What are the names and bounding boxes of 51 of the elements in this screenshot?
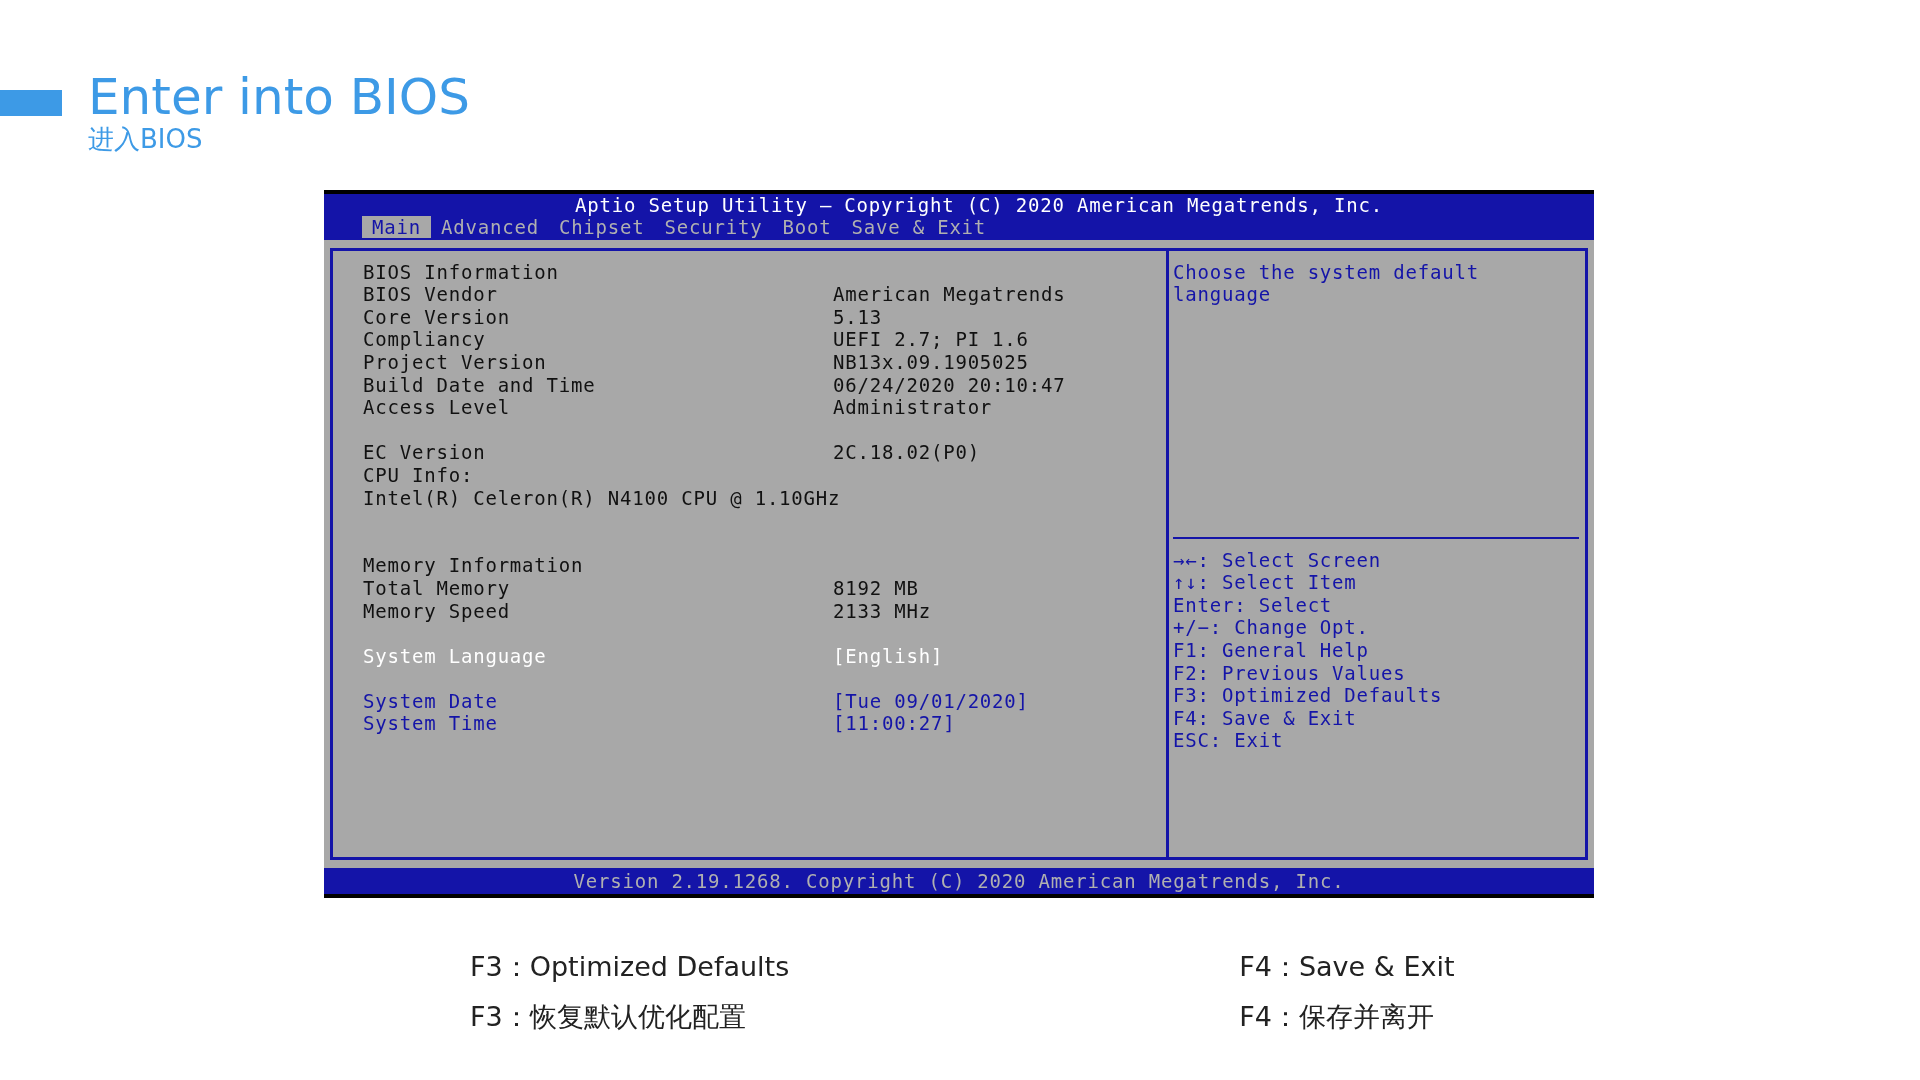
info-label: Memory Information [363, 554, 585, 577]
info-label: Intel(R) Celeron(R) N4100 CPU @ 1.10GHz [363, 486, 841, 510]
bios-header-title: Aptio Setup Utility – Copyright (C) 2020 American Megatrends, Inc. [575, 193, 1383, 216]
shortcut-note: F3：恢复默认优化配置 [470, 1000, 746, 1032]
key-hint: F4: Save & Exit [1173, 706, 1357, 729]
info-label: Access Level [363, 396, 511, 419]
info-value: 06/24/2020 20:10:47 [833, 373, 1066, 396]
help-text: Choose the system default language [1173, 260, 1479, 306]
setting-label[interactable]: System Time [363, 712, 833, 736]
menu-tab[interactable]: Main [362, 215, 431, 238]
key-hint: →←: Select Screen [1173, 548, 1382, 571]
menu-tab[interactable]: Chipset [548, 215, 655, 238]
info-value: UEFI 2.7; PI 1.6 [833, 328, 1029, 351]
info-value: 2C.18.02(P0) [833, 441, 980, 464]
slide-subtitle: 进入BIOS [88, 125, 204, 154]
info-label: BIOS Vendor [363, 283, 499, 306]
slide-title: Enter into BIOS [88, 70, 470, 125]
key-hint: ESC: Exit [1173, 729, 1284, 752]
key-hint: F3: Optimized Defaults [1173, 684, 1443, 707]
shortcut-note: F4：保存并离开 [1239, 1000, 1434, 1032]
info-label: Project Version [363, 350, 548, 374]
key-hint: +/−: Change Opt. [1173, 616, 1369, 639]
info-value: American Megatrends [833, 283, 1066, 306]
shortcut-note: F3：Optimized Defaults [470, 950, 790, 982]
info-label: Core Version [363, 305, 511, 329]
setting-value[interactable]: [11:00:27] [833, 712, 956, 735]
info-value: NB13x.09.1905025 [833, 350, 1029, 373]
info-label: BIOS Information [363, 260, 560, 284]
shortcut-note: F4：Save & Exit [1239, 950, 1455, 982]
menu-tab[interactable]: Save & Exit [841, 215, 997, 238]
setting-label[interactable]: System Date [363, 689, 833, 713]
accent-bar [0, 90, 62, 116]
info-label: Compliancy [363, 328, 487, 351]
info-value: Administrator [833, 396, 993, 419]
key-hint: F2: Previous Values [1173, 661, 1406, 684]
info-value: 5.13 [833, 305, 882, 328]
info-label: EC Version [363, 441, 487, 464]
info-label: Memory Speed [363, 599, 511, 623]
bios-version-footer: Version 2.19.1268. Copyright (C) 2020 American Megatrends, Inc. [573, 869, 1345, 892]
setting-value[interactable]: [Tue 09/01/2020] [833, 689, 1029, 712]
key-hint: ↑↓: Select Item [1173, 571, 1357, 594]
menu-tab[interactable]: Advanced [430, 215, 549, 238]
info-label: Total Memory [363, 576, 511, 600]
key-hint: F1: General Help [1173, 638, 1369, 661]
menu-tab[interactable]: Boot [772, 215, 842, 238]
info-label: CPU Info: [363, 463, 475, 487]
info-label: Build Date and Time [363, 373, 597, 397]
info-value: 8192 MB [833, 576, 919, 599]
key-hint: Enter: Select [1173, 593, 1333, 616]
info-value: 2133 MHz [833, 599, 931, 622]
menu-tab[interactable]: Security [654, 215, 773, 238]
